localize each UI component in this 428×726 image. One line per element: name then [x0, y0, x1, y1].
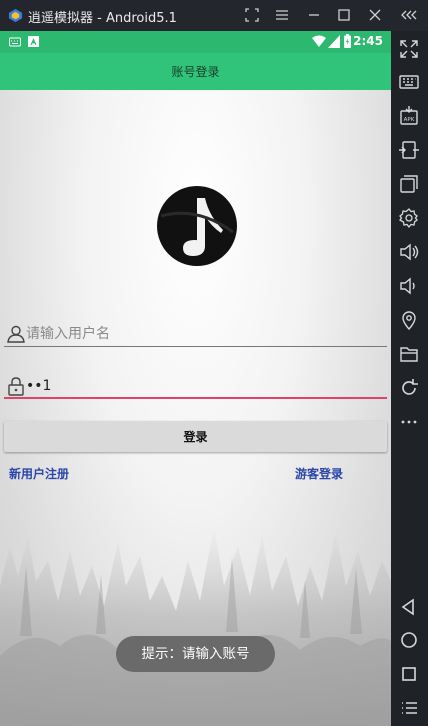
back-icon[interactable] [398, 596, 420, 618]
minimize-icon[interactable] [305, 6, 323, 24]
screenshot-icon[interactable] [243, 6, 261, 24]
screen-rotate-icon[interactable] [398, 139, 420, 161]
username-underline [4, 346, 387, 347]
keyboard-notification-icon [9, 37, 21, 47]
notification-icon [28, 36, 39, 47]
volume-up-icon[interactable] [398, 241, 420, 263]
refresh-icon[interactable] [398, 377, 420, 399]
settings-icon[interactable] [398, 207, 420, 229]
recent-apps-icon[interactable] [398, 663, 420, 685]
action-bar: 账号登录 [0, 53, 391, 90]
window-title: 逍遥模拟器 - Android5.1 [28, 11, 177, 26]
android-screen: 2:45 账号登录 请输入用户名 ••1 登录 新用户注册 游客登录 提示：请输… [0, 31, 391, 726]
music-note-icon [160, 198, 234, 256]
password-row [4, 373, 387, 399]
maximize-icon[interactable] [335, 6, 353, 24]
collapse-icon[interactable] [399, 6, 421, 24]
emulator-title-bar: 逍遥模拟器 - Android5.1 [0, 0, 428, 31]
user-icon [7, 325, 25, 343]
app-logo [157, 186, 237, 266]
multi-window-icon[interactable] [398, 173, 420, 195]
folder-icon[interactable] [398, 343, 420, 365]
guest-login-link[interactable]: 游客登录 [295, 465, 343, 482]
home-icon[interactable] [398, 629, 420, 651]
more-icon[interactable] [398, 411, 420, 433]
signal-icon [328, 35, 340, 48]
svg-text:APK: APK [404, 117, 415, 123]
lock-icon [8, 377, 24, 396]
register-link[interactable]: 新用户注册 [9, 465, 69, 482]
emulator-sidebar: APK [391, 31, 428, 726]
apk-install-icon[interactable]: APK [398, 105, 420, 127]
location-icon[interactable] [398, 309, 420, 331]
keyboard-icon[interactable] [398, 71, 420, 93]
password-underline [4, 397, 387, 399]
password-input[interactable] [26, 375, 376, 397]
volume-down-icon[interactable] [398, 275, 420, 297]
login-page: 登录 新用户注册 游客登录 提示：请输入账号 [0, 90, 391, 726]
status-bar: 2:45 [0, 31, 391, 53]
crowd-background-image [0, 526, 391, 726]
toast-message: 提示：请输入账号 [116, 636, 275, 672]
battery-icon [344, 34, 351, 48]
page-title: 账号登录 [171, 65, 220, 79]
fullscreen-icon[interactable] [398, 38, 420, 60]
status-time: 2:45 [353, 34, 383, 48]
username-row [4, 321, 387, 347]
username-input[interactable] [26, 323, 376, 345]
wifi-icon [312, 35, 326, 47]
login-button[interactable]: 登录 [4, 421, 387, 452]
close-icon[interactable] [366, 6, 384, 24]
list-icon[interactable] [398, 697, 420, 719]
emulator-logo-icon [8, 8, 23, 23]
menu-icon[interactable] [273, 6, 291, 24]
